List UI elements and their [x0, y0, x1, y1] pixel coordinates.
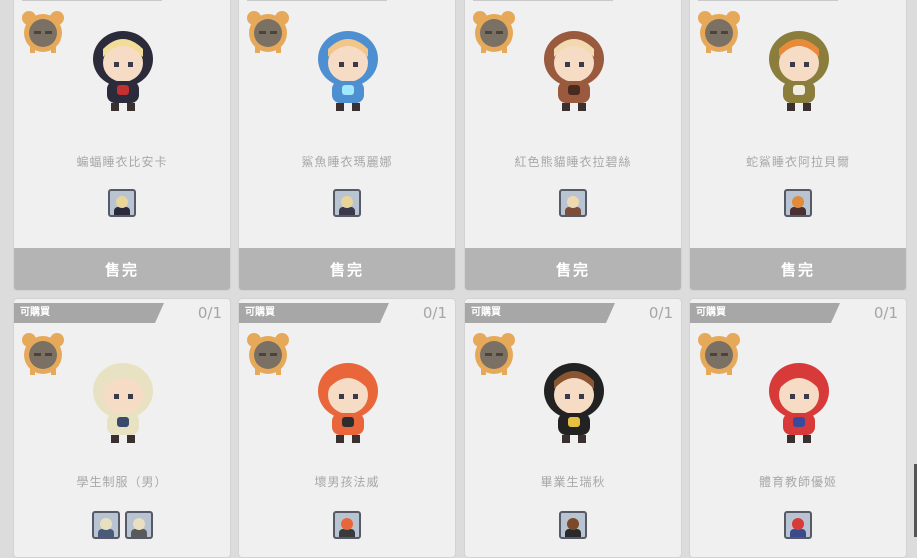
item-name: 體育教師優姬	[758, 475, 837, 489]
item-name: 鯊魚睡衣瑪麗娜	[301, 155, 393, 169]
shop-card[interactable]: 鯊魚睡衣瑪麗娜 售完	[238, 0, 456, 291]
chip-row	[14, 511, 230, 539]
purchase-count: 0/1	[422, 304, 447, 322]
purchasable-tag: 可購買	[465, 303, 615, 323]
character-chip-icon[interactable]	[124, 511, 153, 539]
timer-clock-icon	[471, 9, 517, 55]
character-chip-icon[interactable]	[559, 511, 587, 539]
character-chip-icon[interactable]	[108, 189, 136, 217]
sold-out-button: 售完	[465, 248, 681, 290]
shop-card[interactable]: 可購買 0/1 畢業生瑞秋	[464, 298, 682, 558]
character-avatar	[298, 17, 398, 117]
shop-card[interactable]: 蛇鯊睡衣阿拉貝爾 售完	[689, 0, 907, 291]
character-avatar	[524, 349, 624, 449]
purchasable-tag: 可購買	[14, 303, 164, 323]
purchasable-tag: 可購買	[690, 303, 840, 323]
character-chip-icon[interactable]	[559, 189, 587, 217]
purchase-count: 0/1	[197, 304, 222, 322]
chip-row	[14, 189, 230, 217]
item-name: 畢業生瑞秋	[540, 475, 606, 489]
sold-out-button: 售完	[239, 248, 455, 290]
shop-card[interactable]: 可購買 0/1 學生制服（男）	[13, 298, 231, 558]
timer-clock-icon	[20, 331, 66, 377]
timer-clock-icon	[245, 9, 291, 55]
character-avatar	[749, 17, 849, 117]
timer-clock-icon	[245, 331, 291, 377]
item-name: 蛇鯊睡衣阿拉貝爾	[745, 155, 850, 169]
character-avatar	[73, 17, 173, 117]
chip-row	[465, 511, 681, 539]
item-name: 紅色熊貓睡衣拉碧絲	[514, 155, 632, 169]
item-name: 蝙蝠睡衣比安卡	[76, 155, 168, 169]
character-chip-icon[interactable]	[333, 189, 361, 217]
character-avatar	[749, 349, 849, 449]
sold-out-button: 售完	[690, 248, 906, 290]
item-name: 學生制服（男）	[76, 475, 168, 489]
timer-clock-icon	[20, 9, 66, 55]
card-header-strip	[473, 0, 613, 1]
shop-card[interactable]: 可購買 0/1 體育教師優姬	[689, 298, 907, 558]
character-chip-icon[interactable]	[91, 511, 120, 539]
chip-row	[239, 189, 455, 217]
timer-clock-icon	[696, 331, 742, 377]
shop-card[interactable]: 可購買 0/1 壞男孩法威	[238, 298, 456, 558]
purchase-count: 0/1	[648, 304, 673, 322]
character-chip-icon[interactable]	[784, 511, 812, 539]
character-chip-icon[interactable]	[333, 511, 361, 539]
shop-card[interactable]: 蝙蝠睡衣比安卡 售完	[13, 0, 231, 291]
character-avatar	[524, 17, 624, 117]
character-avatar	[73, 349, 173, 449]
timer-clock-icon	[696, 9, 742, 55]
card-header-strip	[698, 0, 838, 1]
timer-clock-icon	[471, 331, 517, 377]
character-avatar	[298, 349, 398, 449]
purchasable-tag: 可購買	[239, 303, 389, 323]
shop-card[interactable]: 紅色熊貓睡衣拉碧絲 售完	[464, 0, 682, 291]
chip-row	[465, 189, 681, 217]
chip-row	[690, 511, 906, 539]
character-chip-icon[interactable]	[784, 189, 812, 217]
chip-row	[239, 511, 455, 539]
card-header-strip	[22, 0, 162, 1]
chip-row	[690, 189, 906, 217]
purchase-count: 0/1	[873, 304, 898, 322]
card-header-strip	[247, 0, 387, 1]
item-name: 壞男孩法威	[314, 475, 380, 489]
sold-out-button: 售完	[14, 248, 230, 290]
